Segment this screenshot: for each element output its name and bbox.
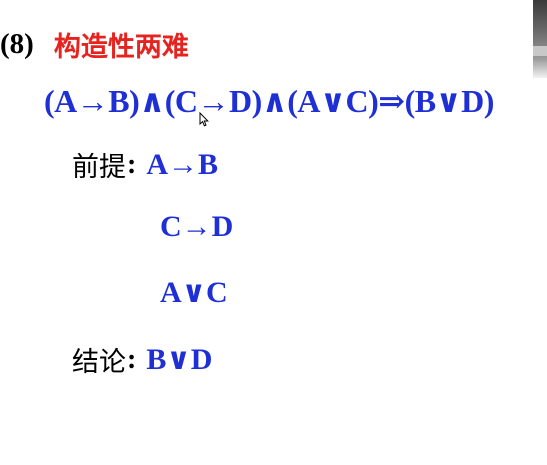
conclusion-colon: : xyxy=(127,343,137,375)
formula: (A→B)∧(C→D)∧(A∨C)⇒(B∨D) xyxy=(44,83,494,119)
window-edge-strip xyxy=(533,0,547,78)
conclusion-label: 结论 xyxy=(72,347,126,378)
premise-2: C→D xyxy=(160,210,234,243)
conclusion-row: 结论 : B∨D xyxy=(72,340,212,379)
premise-label: 前提 xyxy=(72,152,126,183)
mouse-pointer-icon xyxy=(199,112,209,127)
item-number: (8) xyxy=(0,27,34,60)
premise-3: A∨C xyxy=(160,276,228,309)
slide: (8) 构造性两难 (A→B)∧(C→D)∧(A∨C)⇒(B∨D) 前提 : A… xyxy=(0,0,547,465)
title-text: 构造性两难 xyxy=(53,31,189,63)
premise-colon: : xyxy=(127,148,137,180)
premise-row-1: 前提 : A→B xyxy=(72,145,218,184)
conclusion: B∨D xyxy=(146,343,213,376)
premise-row-2: C→D xyxy=(160,210,233,244)
premise-1: A→B xyxy=(146,147,219,181)
premise-row-3: A∨C xyxy=(160,275,228,310)
slide-title: (8) 构造性两难 xyxy=(0,24,189,64)
